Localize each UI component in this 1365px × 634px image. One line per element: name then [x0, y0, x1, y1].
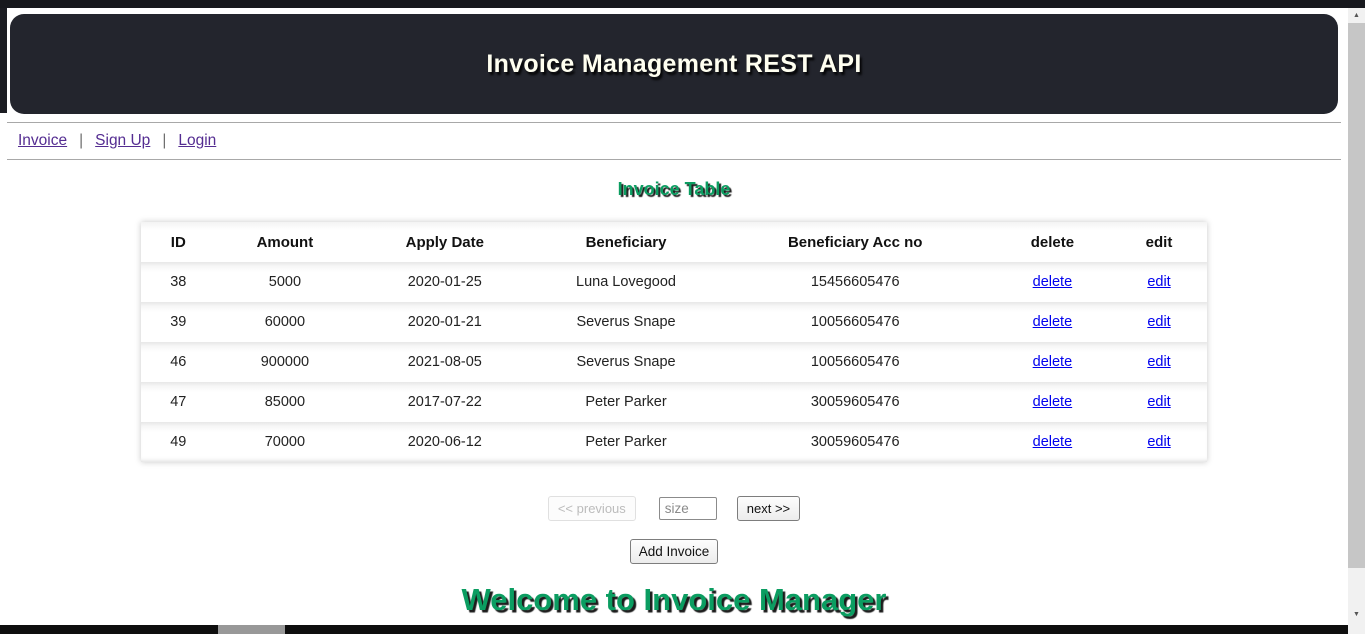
col-header-edit: edit	[1145, 233, 1173, 251]
table-row: 46 900000 2021-08-05 Severus Snape 10056…	[141, 342, 1207, 382]
delete-link[interactable]: delete	[1033, 314, 1073, 330]
header-panel: Invoice Management REST API	[10, 14, 1338, 114]
col-header-id: ID	[170, 233, 186, 251]
scroll-down-icon[interactable]: ▼	[1348, 608, 1365, 622]
cell-amount: 60000	[264, 314, 306, 330]
cell-acc-no: 30059605476	[810, 394, 900, 410]
cell-acc-no: 15456605476	[810, 274, 900, 290]
delete-link[interactable]: delete	[1033, 394, 1073, 410]
add-invoice-button[interactable]: Add Invoice	[629, 539, 719, 564]
window-left-edge	[0, 0, 7, 113]
invoice-table-heading: Invoice Table	[617, 179, 731, 199]
delete-link[interactable]: delete	[1033, 354, 1073, 370]
table-header-row: ID Amount Apply Date Beneficiary Benefic…	[141, 222, 1207, 262]
navbar: Invoice | Sign Up | Login	[7, 122, 1341, 160]
scroll-up-icon[interactable]: ▲	[1348, 9, 1365, 23]
cell-beneficiary: Peter Parker	[585, 394, 667, 410]
col-header-delete: delete	[1030, 233, 1075, 251]
cell-id: 46	[170, 354, 187, 370]
cell-apply-date: 2021-08-05	[407, 354, 482, 370]
cell-beneficiary: Luna Lovegood	[576, 274, 677, 290]
cell-beneficiary: Peter Parker	[585, 434, 667, 450]
table-row: 49 70000 2020-06-12 Peter Parker 3005960…	[141, 422, 1207, 462]
cell-id: 49	[170, 434, 187, 450]
edit-link[interactable]: edit	[1147, 274, 1170, 290]
window-top-bar	[0, 0, 1365, 8]
nav-link-invoice[interactable]: Invoice	[18, 132, 67, 150]
edit-link[interactable]: edit	[1147, 434, 1170, 450]
add-invoice-row: Add Invoice	[0, 539, 1348, 564]
edit-link[interactable]: edit	[1147, 354, 1170, 370]
scrollbar-thumb[interactable]	[1348, 23, 1365, 568]
cell-acc-no: 10056605476	[810, 314, 900, 330]
cell-amount: 900000	[260, 354, 310, 370]
cell-apply-date: 2020-01-21	[407, 314, 482, 330]
cell-id: 47	[170, 394, 187, 410]
cell-beneficiary: Severus Snape	[576, 354, 676, 370]
vertical-scrollbar[interactable]: ▲ ▼	[1348, 8, 1365, 634]
delete-link[interactable]: delete	[1033, 434, 1073, 450]
window-bottom-bar	[0, 625, 1348, 634]
nav-separator: |	[162, 132, 167, 149]
delete-link[interactable]: delete	[1033, 274, 1073, 290]
cell-apply-date: 2020-01-25	[407, 274, 482, 290]
table-row: 38 5000 2020-01-25 Luna Lovegood 1545660…	[141, 262, 1207, 302]
pagination: << previous next >>	[0, 496, 1348, 521]
edit-link[interactable]: edit	[1147, 394, 1170, 410]
edit-link[interactable]: edit	[1147, 314, 1170, 330]
nav-link-login[interactable]: Login	[178, 132, 216, 150]
cell-apply-date: 2017-07-22	[407, 394, 482, 410]
cell-amount: 5000	[268, 274, 302, 290]
cell-id: 38	[170, 274, 187, 290]
cell-apply-date: 2020-06-12	[407, 434, 482, 450]
page-title: Invoice Management REST API	[486, 49, 862, 78]
table-row: 39 60000 2020-01-21 Severus Snape 100566…	[141, 302, 1207, 342]
nav-link-signup[interactable]: Sign Up	[95, 132, 150, 150]
cell-acc-no: 30059605476	[810, 434, 900, 450]
cell-id: 39	[170, 314, 187, 330]
page-size-input[interactable]	[658, 497, 717, 520]
previous-page-button[interactable]: << previous	[547, 496, 636, 521]
welcome-heading: Welcome to Invoice Manager	[461, 582, 887, 617]
cell-amount: 70000	[264, 434, 306, 450]
invoice-table: ID Amount Apply Date Beneficiary Benefic…	[141, 222, 1207, 462]
bottom-bar-segment	[218, 625, 285, 634]
next-page-button[interactable]: next >>	[736, 496, 801, 521]
cell-amount: 85000	[264, 394, 306, 410]
cell-acc-no: 10056605476	[810, 354, 900, 370]
cell-beneficiary: Severus Snape	[576, 314, 676, 330]
table-row: 47 85000 2017-07-22 Peter Parker 3005960…	[141, 382, 1207, 422]
nav-separator: |	[79, 132, 84, 149]
col-header-beneficiary: Beneficiary	[585, 233, 667, 251]
col-header-acc-no: Beneficiary Acc no	[787, 233, 923, 251]
col-header-apply-date: Apply Date	[405, 233, 484, 251]
col-header-amount: Amount	[256, 233, 314, 251]
